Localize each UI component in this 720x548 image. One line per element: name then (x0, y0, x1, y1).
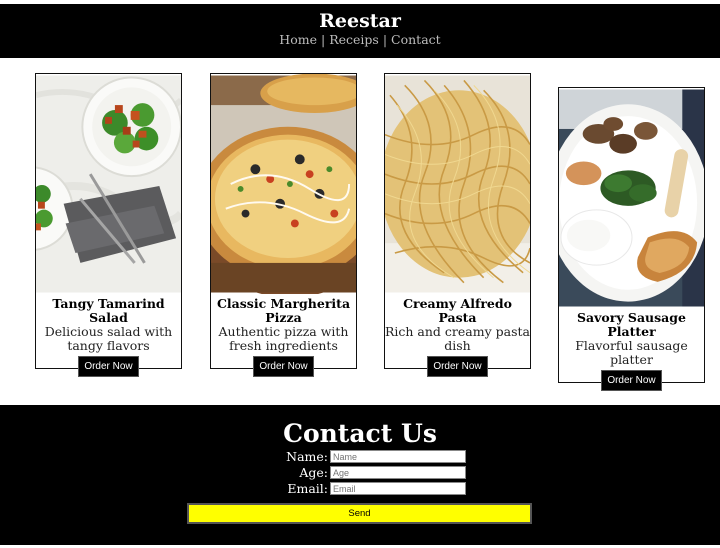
name-input[interactable] (330, 450, 466, 463)
main-nav: Home | Receips | Contact (0, 32, 720, 47)
recipe-card: Creamy Alfredo Pasta Rich and creamy pas… (384, 73, 531, 377)
send-button[interactable]: Send (187, 503, 532, 524)
card-title: Tangy Tamarind Salad (52, 296, 165, 325)
card-title: Savory Sausage Platter (577, 310, 686, 339)
name-row: Name: (270, 449, 470, 464)
recipe-card: Savory Sausage Platter Flavorful sausage… (558, 87, 705, 391)
card-description: Delicious salad with tangy flavors (44, 324, 173, 353)
contact-section: Contact Us Name: Age: Email: Send (0, 405, 720, 545)
age-label: Age: (299, 465, 328, 480)
email-input[interactable] (330, 482, 466, 495)
nav-separator: | (382, 32, 388, 47)
name-label: Name: (286, 449, 328, 464)
card-description: Rich and creamy pasta dish (385, 324, 530, 353)
recipe-card: Classic Margherita Pizza Authentic pizza… (210, 73, 357, 377)
site-header: Reestar Home | Receips | Contact (0, 4, 720, 58)
nav-contact-link[interactable]: Contact (391, 32, 441, 47)
salad-photo (36, 75, 181, 293)
card-description: Flavorful sausage platter (575, 338, 688, 367)
contact-heading: Contact Us (283, 419, 437, 448)
site-title: Reestar (319, 10, 401, 32)
card-description: Authentic pizza with fresh ingredients (218, 324, 349, 353)
order-now-button[interactable]: Order Now (253, 356, 314, 377)
pasta-photo (385, 75, 530, 293)
order-now-button[interactable]: Order Now (78, 356, 139, 377)
age-input[interactable] (330, 466, 466, 479)
nav-separator: | (320, 32, 326, 47)
nav-home-link[interactable]: Home (279, 32, 317, 47)
order-now-button[interactable]: Order Now (601, 370, 662, 391)
card-title: Classic Margherita Pizza (216, 296, 351, 325)
email-label: Email: (287, 481, 328, 496)
recipe-card: Tangy Tamarind Salad Delicious salad wit… (35, 73, 182, 377)
order-now-button[interactable]: Order Now (427, 356, 488, 377)
nav-receips-link[interactable]: Receips (329, 32, 379, 47)
sausage-platter-photo (559, 89, 704, 307)
pizza-photo (211, 74, 356, 294)
email-row: Email: (270, 481, 470, 496)
age-row: Age: (270, 465, 470, 480)
card-title: Creamy Alfredo Pasta (403, 296, 512, 325)
